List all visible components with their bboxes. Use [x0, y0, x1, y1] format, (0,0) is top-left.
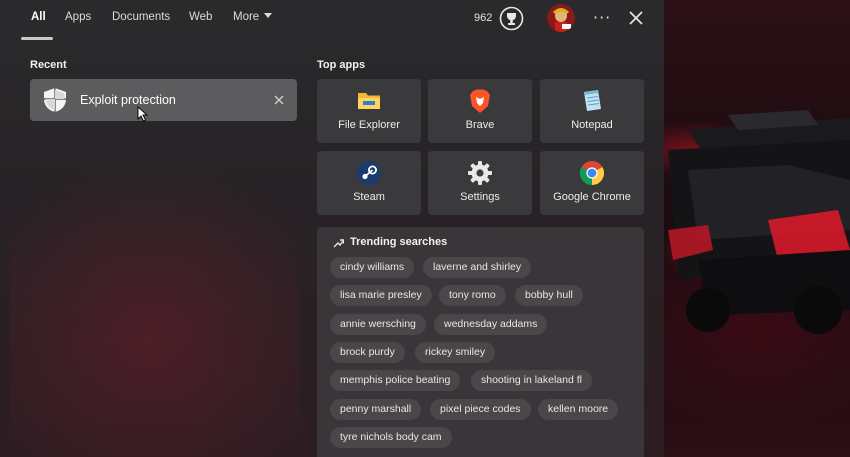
- app-tile-label: Brave: [465, 119, 495, 131]
- tab-apps[interactable]: Apps: [65, 11, 91, 23]
- shield-icon: [44, 88, 66, 112]
- tab-all[interactable]: All: [31, 11, 46, 23]
- app-tile-label: Google Chrome: [553, 191, 631, 203]
- trending-chip[interactable]: lisa marie presley: [330, 285, 432, 306]
- mouse-cursor-icon: [137, 106, 149, 122]
- tab-more[interactable]: More: [233, 11, 273, 23]
- trending-arrow-icon: [333, 239, 344, 248]
- search-tab-bar: All Apps Documents Web More 962 ···: [0, 0, 664, 40]
- search-panel: All Apps Documents Web More 962 ··· Rece…: [0, 0, 664, 457]
- trending-chip[interactable]: cindy williams: [330, 257, 415, 278]
- recent-item-exploit-protection[interactable]: Exploit protection: [30, 79, 297, 121]
- app-tile-file-explorer[interactable]: File Explorer: [317, 79, 421, 143]
- remove-icon[interactable]: [273, 94, 285, 106]
- trending-chip[interactable]: rickey smiley: [415, 342, 496, 363]
- caret-down-icon: [264, 13, 273, 19]
- app-tile-label: Notepad: [571, 119, 613, 131]
- steam-icon: [357, 161, 381, 185]
- user-avatar[interactable]: [547, 4, 575, 32]
- trending-chip[interactable]: laverne and shirley: [423, 257, 532, 278]
- trending-chip[interactable]: tyre nichols body cam: [330, 427, 452, 448]
- trending-title: Trending searches: [333, 236, 447, 248]
- gear-icon: [468, 161, 492, 185]
- app-tile-label: Steam: [353, 191, 385, 203]
- app-tile-settings[interactable]: Settings: [428, 151, 532, 215]
- app-tile-steam[interactable]: Steam: [317, 151, 421, 215]
- rewards-points[interactable]: 962: [474, 12, 492, 24]
- trending-searches-panel: Trending searches cindy williams laverne…: [317, 227, 644, 457]
- tab-more-label: More: [233, 11, 260, 23]
- app-tile-label: File Explorer: [338, 119, 400, 131]
- active-tab-indicator: [21, 37, 53, 40]
- trending-chip[interactable]: bobby hull: [515, 285, 583, 306]
- recent-title: Recent: [30, 59, 67, 71]
- wallpaper-car-image: [668, 110, 850, 334]
- app-tile-notepad[interactable]: Notepad: [540, 79, 644, 143]
- top-apps-title: Top apps: [317, 59, 366, 71]
- tab-web[interactable]: Web: [189, 11, 212, 23]
- more-options-icon[interactable]: ···: [593, 8, 611, 28]
- trending-chip[interactable]: penny marshall: [330, 399, 422, 420]
- close-icon[interactable]: [628, 10, 644, 26]
- app-tile-google-chrome[interactable]: Google Chrome: [540, 151, 644, 215]
- app-tile-label: Settings: [460, 191, 500, 203]
- recent-item-label: Exploit protection: [80, 93, 176, 107]
- tab-documents[interactable]: Documents: [112, 11, 170, 23]
- trending-chip[interactable]: wednesday addams: [434, 314, 548, 335]
- folder-icon: [358, 93, 380, 109]
- trophy-medal-icon[interactable]: [499, 6, 524, 31]
- trending-title-text: Trending searches: [350, 236, 448, 248]
- chrome-icon: [579, 161, 605, 185]
- trending-chip[interactable]: shooting in lakeland fl: [471, 370, 592, 391]
- trending-chip[interactable]: pixel piece codes: [430, 399, 531, 420]
- trending-chip[interactable]: brock purdy: [330, 342, 405, 363]
- trending-chip[interactable]: kellen moore: [538, 399, 619, 420]
- trending-chip[interactable]: tony romo: [439, 285, 506, 306]
- notepad-icon: [584, 90, 601, 111]
- trending-chip[interactable]: memphis police beating: [330, 370, 461, 391]
- app-tile-brave[interactable]: Brave: [428, 79, 532, 143]
- trending-chip[interactable]: annie wersching: [330, 314, 426, 335]
- brave-lion-icon: [470, 89, 490, 113]
